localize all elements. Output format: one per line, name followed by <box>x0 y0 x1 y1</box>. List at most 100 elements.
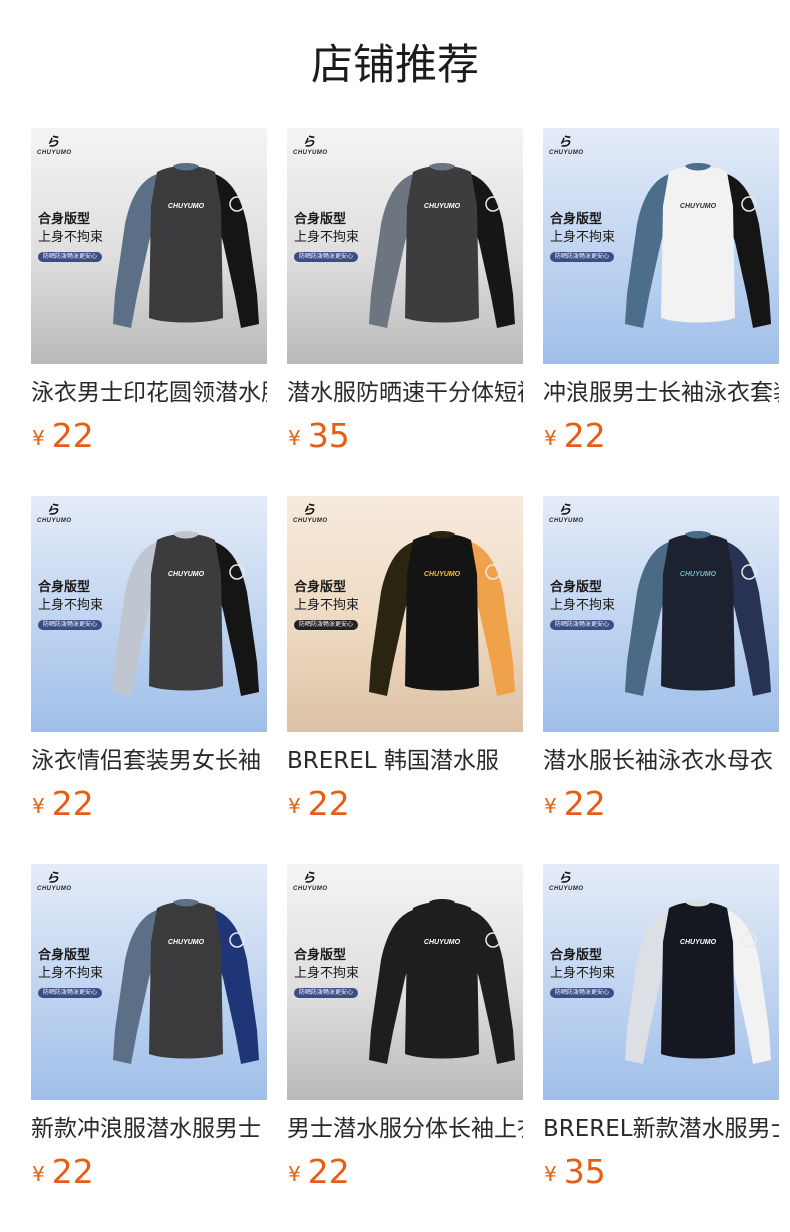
product-price: ¥35 <box>544 1152 606 1191</box>
promo-headline: 合身版型 <box>550 948 603 963</box>
price-value: 22 <box>51 416 94 455</box>
currency-symbol: ¥ <box>32 794 45 818</box>
shirt-body <box>661 902 735 1059</box>
product-name[interactable]: 泳衣男士印花圆领潜水服 <box>31 376 267 410</box>
chest-brand-text: CHUYUMO <box>680 571 717 578</box>
promo-pill-badge: 防晒防泼畅泳更安心 <box>38 620 103 630</box>
shirt-body <box>405 902 479 1059</box>
shirt-body <box>149 534 223 691</box>
product-price: ¥22 <box>544 784 606 823</box>
product-price: ¥22 <box>544 416 606 455</box>
promo-pill-badge: 防晒防泼畅泳更安心 <box>550 252 615 262</box>
product-card[interactable]: ら CHUYUMO 合身版型 上身不拘束 防晒防泼畅泳更安心 CHUYUMO 泳衣男士印花圆… <box>31 128 267 496</box>
promo-subline: 上身不拘束 <box>294 598 360 613</box>
product-price: ¥22 <box>288 784 350 823</box>
product-image[interactable]: ら CHUYUMO 合身版型 上身不拘束 防晒防泼畅泳更安心 CHUYUMO <box>287 496 523 732</box>
product-name[interactable]: 潜水服防晒速干分体短袖 <box>287 376 523 410</box>
product-name[interactable]: 潜水服长袖泳衣水母衣 <box>543 744 779 778</box>
brand-wordmark: CHUYUMO <box>293 518 328 524</box>
currency-symbol: ¥ <box>544 1162 557 1186</box>
chest-brand-text: CHUYUMO <box>424 571 461 578</box>
currency-symbol: ¥ <box>288 1162 301 1186</box>
brand-mark-icon: ら <box>300 135 319 150</box>
price-value: 35 <box>307 416 350 455</box>
brand-logo: ら CHUYUMO <box>37 871 77 894</box>
chest-brand-text: CHUYUMO <box>424 203 461 210</box>
product-name[interactable]: BREREL 韩国潜水服 <box>287 744 523 778</box>
promo-headline: 合身版型 <box>38 948 91 963</box>
chest-brand-text: CHUYUMO <box>168 571 205 578</box>
product-image[interactable]: ら CHUYUMO 合身版型 上身不拘束 防晒防泼畅泳更安心 CHUYUMO <box>543 864 779 1100</box>
brand-logo: ら CHUYUMO <box>293 871 333 894</box>
price-value: 22 <box>51 1152 94 1191</box>
product-grid: ら CHUYUMO 合身版型 上身不拘束 防晒防泼畅泳更安心 CHUYUMO 泳衣男士印花圆… <box>31 128 779 1232</box>
rash-guard-shirt-icon: CHUYUMO <box>113 163 259 328</box>
product-card[interactable]: ら CHUYUMO 合身版型 上身不拘束 防晒防泼畅泳更安心 CHUYUMO BREREL新… <box>543 864 779 1232</box>
product-image[interactable]: ら CHUYUMO 合身版型 上身不拘束 防晒防泼畅泳更安心 CHUYUMO <box>287 864 523 1100</box>
product-name[interactable]: 冲浪服男士长袖泳衣套装 <box>543 376 779 410</box>
section-title: 店铺推荐 <box>310 40 479 89</box>
product-name[interactable]: 男士潜水服分体长袖上衣 <box>287 1112 523 1146</box>
currency-symbol: ¥ <box>544 794 557 818</box>
chest-brand-text: CHUYUMO <box>680 203 717 210</box>
brand-mark-icon: ら <box>556 871 575 886</box>
rash-guard-shirt-icon: CHUYUMO <box>625 531 771 696</box>
rash-guard-shirt-icon: CHUYUMO <box>625 899 771 1064</box>
price-value: 22 <box>563 416 606 455</box>
promo-headline: 合身版型 <box>294 580 347 595</box>
price-value: 22 <box>307 784 350 823</box>
brand-logo: ら CHUYUMO <box>549 503 589 526</box>
brand-logo: ら CHUYUMO <box>549 135 589 158</box>
price-value: 22 <box>51 784 94 823</box>
product-image[interactable]: ら CHUYUMO 合身版型 上身不拘束 防晒防泼畅泳更安心 CHUYUMO <box>31 496 267 732</box>
shirt-body <box>661 166 735 323</box>
product-price: ¥22 <box>32 1152 94 1191</box>
product-card[interactable]: ら CHUYUMO 合身版型 上身不拘束 防晒防泼畅泳更安心 CHUYUMO 潜水服长袖泳衣… <box>543 496 779 864</box>
product-name[interactable]: 新款冲浪服潜水服男士 <box>31 1112 267 1146</box>
promo-headline: 合身版型 <box>38 580 91 595</box>
brand-mark-icon: ら <box>556 135 575 150</box>
product-card[interactable]: ら CHUYUMO 合身版型 上身不拘束 防晒防泼畅泳更安心 CHUYUMO 新款冲浪服潜水… <box>31 864 267 1232</box>
product-card[interactable]: ら CHUYUMO 合身版型 上身不拘束 防晒防泼畅泳更安心 CHUYUMO 男士潜水服分体… <box>287 864 523 1232</box>
promo-subline: 上身不拘束 <box>294 966 360 981</box>
product-image[interactable]: ら CHUYUMO 合身版型 上身不拘束 防晒防泼畅泳更安心 CHUYUMO <box>543 496 779 732</box>
shirt-body <box>149 902 223 1059</box>
brand-logo: ら CHUYUMO <box>293 135 333 158</box>
chest-brand-text: CHUYUMO <box>680 939 717 946</box>
brand-wordmark: CHUYUMO <box>37 518 72 524</box>
rash-guard-shirt-icon: CHUYUMO <box>369 531 515 696</box>
shirt-body <box>661 534 735 691</box>
promo-pill-badge: 防晒防泼畅泳更安心 <box>38 252 103 262</box>
product-card[interactable]: ら CHUYUMO 合身版型 上身不拘束 防晒防泼畅泳更安心 CHUYUMO 泳衣情侣套装男… <box>31 496 267 864</box>
chest-brand-text: CHUYUMO <box>168 939 205 946</box>
product-image[interactable]: ら CHUYUMO 合身版型 上身不拘束 防晒防泼畅泳更安心 CHUYUMO <box>31 128 267 364</box>
promo-subline: 上身不拘束 <box>550 598 616 613</box>
brand-mark-icon: ら <box>44 503 63 518</box>
product-card[interactable]: ら CHUYUMO 合身版型 上身不拘束 防晒防泼畅泳更安心 CHUYUMO 冲浪服男士长袖… <box>543 128 779 496</box>
product-price: ¥35 <box>288 416 350 455</box>
promo-subline: 上身不拘束 <box>38 230 104 245</box>
promo-headline: 合身版型 <box>550 212 603 227</box>
promo-subline: 上身不拘束 <box>550 966 616 981</box>
product-image[interactable]: ら CHUYUMO 合身版型 上身不拘束 防晒防泼畅泳更安心 CHUYUMO <box>543 128 779 364</box>
promo-subline: 上身不拘束 <box>550 230 616 245</box>
product-card[interactable]: ら CHUYUMO 合身版型 上身不拘束 防晒防泼畅泳更安心 CHUYUMO BREREL … <box>287 496 523 864</box>
promo-headline: 合身版型 <box>38 212 91 227</box>
brand-wordmark: CHUYUMO <box>549 150 584 156</box>
currency-symbol: ¥ <box>288 426 301 450</box>
rash-guard-shirt-icon: CHUYUMO <box>369 899 515 1064</box>
promo-headline: 合身版型 <box>550 580 603 595</box>
shirt-body <box>405 534 479 691</box>
brand-wordmark: CHUYUMO <box>293 886 328 892</box>
product-image[interactable]: ら CHUYUMO 合身版型 上身不拘束 防晒防泼畅泳更安心 CHUYUMO <box>287 128 523 364</box>
chest-brand-text: CHUYUMO <box>168 203 205 210</box>
promo-pill-badge: 防晒防泼畅泳更安心 <box>38 988 103 998</box>
product-image[interactable]: ら CHUYUMO 合身版型 上身不拘束 防晒防泼畅泳更安心 CHUYUMO <box>31 864 267 1100</box>
shirt-body <box>149 166 223 323</box>
product-card[interactable]: ら CHUYUMO 合身版型 上身不拘束 防晒防泼畅泳更安心 CHUYUMO 潜水服防晒速干… <box>287 128 523 496</box>
product-name[interactable]: BREREL新款潜水服男士 <box>543 1112 779 1146</box>
product-name[interactable]: 泳衣情侣套装男女长袖 <box>31 744 267 778</box>
brand-wordmark: CHUYUMO <box>37 150 72 156</box>
brand-wordmark: CHUYUMO <box>549 886 584 892</box>
rash-guard-shirt-icon: CHUYUMO <box>113 899 259 1064</box>
